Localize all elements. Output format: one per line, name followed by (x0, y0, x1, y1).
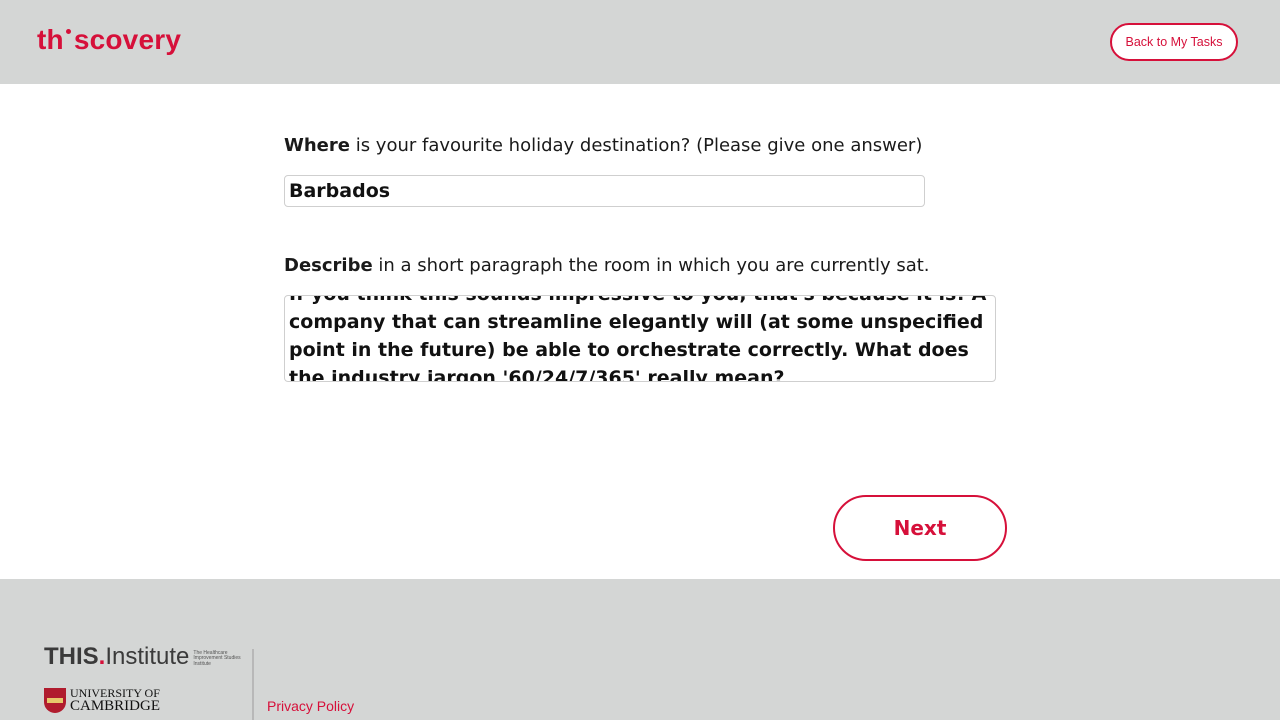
university-crest-icon (44, 687, 66, 713)
this-institute-wordmark: THIS.Institute (44, 645, 189, 669)
logo-text-right: scovery (73, 24, 182, 55)
cambridge-line2: CAMBRIDGE (70, 698, 161, 714)
next-button[interactable]: Next (833, 495, 1007, 561)
header: th scovery Back to My Tasks (0, 0, 1280, 84)
this-rest-text: Institute (105, 643, 190, 670)
question-describe-text: in a short paragraph the room in which y… (372, 255, 930, 276)
question-describe-bold: Describe (284, 255, 373, 276)
privacy-policy-link[interactable]: Privacy Policy (267, 698, 354, 714)
question-describe-label: Describe in a short paragraph the room i… (284, 255, 930, 276)
cambridge-wordmark: UNIVERSITY OF CAMBRIDGE (70, 687, 161, 714)
back-to-my-tasks-button[interactable]: Back to My Tasks (1110, 23, 1238, 61)
question-where-text: is your favourite holiday destination? (… (349, 135, 923, 156)
cambridge-logo[interactable]: UNIVERSITY OF CAMBRIDGE (44, 687, 161, 714)
logo-text-left: th (37, 24, 64, 55)
this-institute-logo[interactable]: THIS.Institute The Healthcare Improvemen… (44, 645, 245, 669)
thiscovery-logo[interactable]: th scovery (37, 24, 181, 56)
this-institute-subtitle: The Healthcare Improvement Studies Insti… (193, 649, 241, 667)
logo-dot-icon (65, 29, 71, 34)
question-where-label: Where is your favourite holiday destinat… (284, 135, 922, 156)
room-description-text: If you think this sounds impressive to y… (289, 296, 986, 382)
holiday-destination-input[interactable] (284, 175, 925, 207)
footer: THIS.Institute The Healthcare Improvemen… (0, 579, 1280, 720)
question-where-bold: Where (284, 135, 350, 156)
footer-divider (252, 649, 254, 720)
this-bold-text: THIS (44, 643, 99, 670)
room-description-textarea[interactable]: If you think this sounds impressive to y… (284, 295, 996, 382)
